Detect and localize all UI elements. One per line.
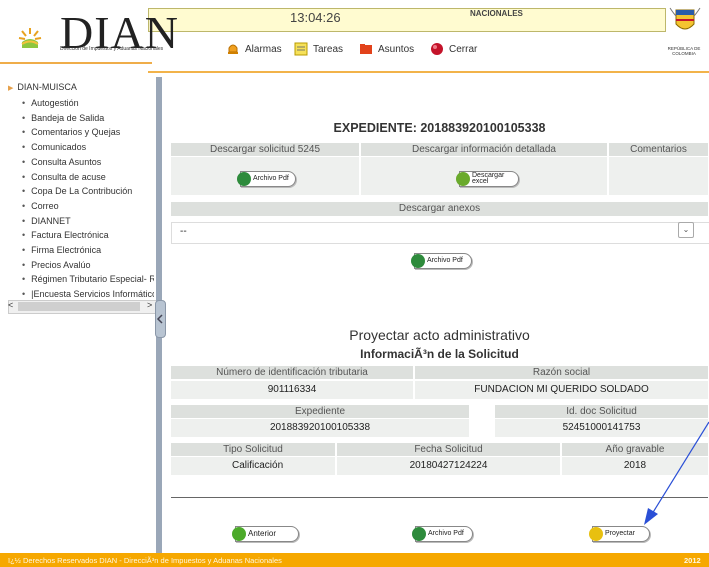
document-icon xyxy=(589,527,603,541)
menu-list: Autogestión Bandeja de Salida Comentario… xyxy=(22,96,154,302)
chevron-left-icon xyxy=(156,314,163,324)
banner-text: NACIONALES xyxy=(470,9,523,18)
nav-tareas[interactable]: Tareas xyxy=(294,40,343,58)
nav-label: Cerrar xyxy=(449,43,478,55)
anexos-select-value: -- xyxy=(180,226,187,237)
scrollbar-thumb[interactable] xyxy=(18,302,140,311)
archivo-pdf-button-actions[interactable]: Archivo Pdf xyxy=(412,526,473,542)
label-fecha-solicitud: Fecha Solicitud xyxy=(337,443,560,456)
header-comentarios: Comentarios xyxy=(609,143,708,156)
dian-logo-subtitle: Dirección de Impuestos y Aduanas Naciona… xyxy=(60,46,164,52)
label-expediente: Expediente xyxy=(171,405,469,418)
value-id-doc-solicitud: 52451000141753 xyxy=(495,419,708,437)
proyectar-title: Proyectar acto administrativo xyxy=(349,327,530,343)
archivo-pdf-button-solicitud[interactable]: Archivo Pdf xyxy=(237,171,296,187)
value-fecha-solicitud: 20180427124224 xyxy=(337,457,560,475)
menu-item-copa[interactable]: Copa De La Contribución xyxy=(22,184,154,199)
menu-item-factura[interactable]: Factura Electrónica xyxy=(22,228,154,243)
nav-label: Asuntos xyxy=(378,43,415,55)
header-descargar-informacion: Descargar información detallada xyxy=(361,143,607,156)
collapse-sidebar-handle[interactable] xyxy=(155,300,166,338)
informacion-subtitle: InformaciÃ³n de la Solicitud xyxy=(360,347,519,361)
label-id-doc-solicitud: Id. doc Solicitud xyxy=(495,405,708,418)
value-tipo-solicitud: Calificación xyxy=(171,457,335,475)
nav-alarmas[interactable]: Alarmas xyxy=(226,40,282,58)
menu-item-precios[interactable]: Precios Avalúo xyxy=(22,258,154,273)
descargar-excel-button[interactable]: Descargar excel xyxy=(456,171,519,187)
clock-time: 13:04:26 xyxy=(290,10,341,25)
menu-root-label: DIAN-MUISCA xyxy=(17,82,77,92)
pdf-icon xyxy=(412,527,426,541)
nav-label: Tareas xyxy=(313,43,344,55)
header-divider xyxy=(148,71,709,73)
header-descargar-anexos: Descargar anexos xyxy=(171,202,708,216)
back-arrows-icon xyxy=(232,527,246,541)
expand-triangle-icon: ▶ xyxy=(8,85,14,92)
label-razon-social: Razón social xyxy=(415,366,708,379)
menu-item-autogestion[interactable]: Autogestión xyxy=(22,96,154,111)
proyectar-button[interactable]: Proyectar xyxy=(589,526,650,542)
folder-icon xyxy=(360,44,372,54)
menu-item-bandeja-salida[interactable]: Bandeja de Salida xyxy=(22,111,154,126)
footer: ï¿½ Derechos Reservados DIAN - DirecciÃ³… xyxy=(0,553,709,567)
menu-item-regimen[interactable]: Régimen Tributario Especial- RTE xyxy=(22,272,154,287)
close-circle-icon xyxy=(431,43,443,55)
nav-label: Alarmas xyxy=(245,43,282,55)
nav-cerrar[interactable]: Cerrar xyxy=(430,40,477,58)
menu-item-comunicados[interactable]: Comunicados xyxy=(22,140,154,155)
menu-item-consulta-acuse[interactable]: Consulta de acuse xyxy=(22,170,154,185)
archivo-pdf-button-anexos[interactable]: Archivo Pdf xyxy=(411,253,472,269)
menu-item-correo[interactable]: Correo xyxy=(22,199,154,214)
colombia-coat-of-arms-icon xyxy=(669,7,701,30)
menu-item-diannet[interactable]: DIANNET xyxy=(22,214,154,229)
footer-year: 2012 xyxy=(684,556,701,565)
pdf-icon xyxy=(411,254,425,268)
tipo-solicitud-text: Calificación xyxy=(232,460,284,471)
header-descargar-solicitud: Descargar solicitud 5245 xyxy=(171,143,359,156)
menu-item-consulta-asuntos[interactable]: Consulta Asuntos xyxy=(22,155,154,170)
dian-sun-logo-icon xyxy=(18,28,42,48)
value-razon-social: FUNDACION MI QUERIDO SOLDADO xyxy=(415,381,708,399)
value-nit: 901116334 xyxy=(171,381,413,399)
cell-comentarios xyxy=(609,157,708,195)
value-expediente: 201883920100105338 xyxy=(171,419,469,437)
scroll-right-arrow-icon[interactable]: > xyxy=(147,300,152,310)
menu-item-comentarios[interactable]: Comentarios y Quejas xyxy=(22,125,154,140)
section-divider xyxy=(171,497,708,498)
tasks-note-icon xyxy=(294,42,308,56)
republica-label: REPÚBLICA DE COLOMBIA xyxy=(667,46,701,56)
top-status-bar xyxy=(148,8,666,32)
chevron-down-icon[interactable]: ⌄ xyxy=(678,222,694,238)
label-tipo-solicitud: Tipo Solicitud xyxy=(171,443,335,456)
footer-copyright: ï¿½ Derechos Reservados DIAN - DirecciÃ³… xyxy=(8,556,282,565)
nav-asuntos[interactable]: Asuntos xyxy=(359,40,414,58)
excel-icon xyxy=(456,172,470,186)
expediente-title: EXPEDIENTE: 201883920100105338 xyxy=(333,121,546,135)
label-anio-gravable: Año gravable xyxy=(562,443,708,456)
logo-underline xyxy=(0,62,152,64)
pdf-icon xyxy=(237,172,251,186)
value-anio-gravable: 2018 xyxy=(562,457,708,475)
menu-root[interactable]: ▶ DIAN-MUISCA xyxy=(8,82,77,92)
label-nit: Número de identificación tributaria xyxy=(171,366,413,379)
menu-item-firma[interactable]: Firma Electrónica xyxy=(22,243,154,258)
scroll-left-arrow-icon[interactable]: < xyxy=(8,300,13,310)
alarm-bell-icon xyxy=(228,44,238,54)
anexos-select[interactable] xyxy=(171,222,709,244)
anterior-button[interactable]: Anterior xyxy=(232,526,299,542)
